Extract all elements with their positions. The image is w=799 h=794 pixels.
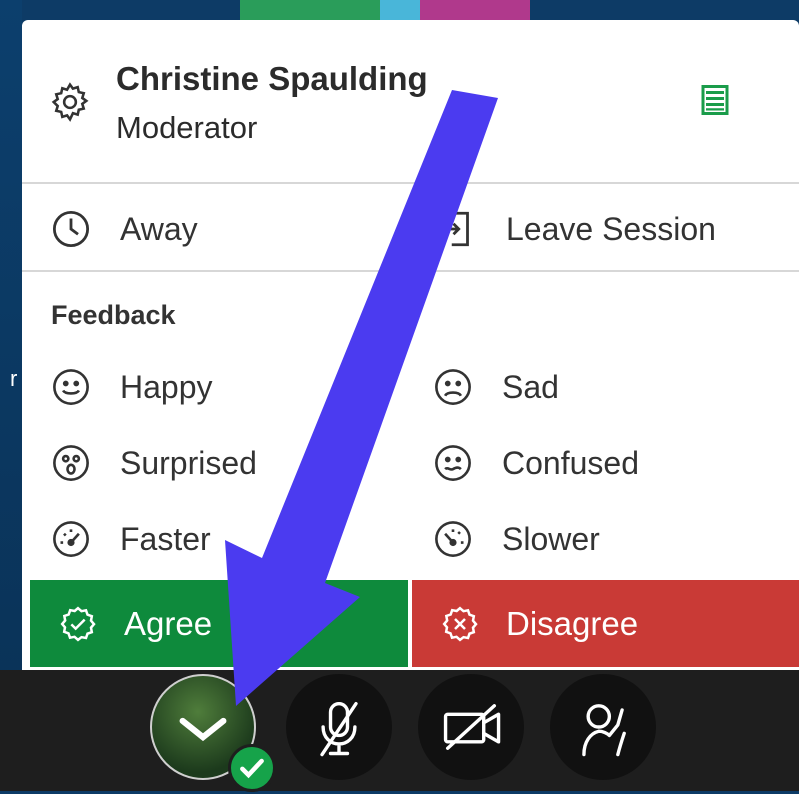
- feedback-label: Happy: [120, 368, 213, 405]
- divider: [22, 270, 799, 272]
- happy-face-icon: [53, 369, 89, 405]
- feedback-happy[interactable]: Happy: [50, 366, 213, 408]
- agree-label: Agree: [124, 604, 213, 642]
- leave-session-button[interactable]: Leave Session: [436, 208, 716, 250]
- checkmark-icon: [240, 758, 264, 779]
- speedometer-slow-icon: [435, 521, 471, 557]
- feedback-heading: Feedback: [51, 300, 176, 330]
- leave-session-label: Leave Session: [506, 210, 716, 247]
- microphone-button[interactable]: [286, 674, 392, 780]
- status-badge: [228, 744, 276, 792]
- gear-icon[interactable]: [48, 80, 92, 124]
- list-icon[interactable]: [697, 82, 733, 118]
- confused-face-icon: [435, 445, 471, 481]
- feedback-label: Surprised: [120, 444, 257, 481]
- disagree-button[interactable]: Disagree: [412, 580, 799, 667]
- feedback-faster[interactable]: Faster: [50, 518, 211, 560]
- exit-door-icon: [443, 211, 469, 247]
- badge-x-icon: [442, 606, 478, 641]
- my-status-panel: Christine Spaulding Moderator Away Leave…: [22, 20, 799, 670]
- away-button[interactable]: Away: [50, 208, 198, 250]
- background-tile: [240, 0, 380, 22]
- session-toolbar: [0, 670, 799, 791]
- user-role: Moderator: [116, 110, 258, 145]
- background-tile: [420, 0, 530, 22]
- feedback-label: Sad: [502, 368, 559, 405]
- feedback-label: Slower: [502, 520, 600, 557]
- speedometer-fast-icon: [53, 521, 89, 557]
- background-text-fragment: r: [10, 366, 18, 391]
- feedback-slower[interactable]: Slower: [432, 518, 600, 560]
- divider: [22, 182, 799, 184]
- sad-face-icon: [435, 369, 471, 405]
- camera-off-icon: [443, 704, 501, 750]
- disagree-label: Disagree: [506, 604, 639, 642]
- user-name: Christine Spaulding: [116, 60, 428, 97]
- raise-hand-button[interactable]: [550, 674, 656, 780]
- clock-icon: [52, 210, 90, 248]
- feedback-surprised[interactable]: Surprised: [50, 442, 257, 484]
- microphone-off-icon: [320, 701, 358, 757]
- panel-header: Christine Spaulding Moderator: [22, 20, 799, 183]
- agree-button[interactable]: Agree: [30, 580, 408, 667]
- camera-button[interactable]: [418, 674, 524, 780]
- surprised-face-icon: [53, 445, 89, 481]
- feedback-confused[interactable]: Confused: [432, 442, 639, 484]
- feedback-label: Confused: [502, 444, 639, 481]
- background-tile: [380, 0, 420, 22]
- feedback-sad[interactable]: Sad: [432, 366, 559, 408]
- feedback-label: Faster: [120, 520, 211, 557]
- raise-hand-icon: [582, 704, 626, 757]
- away-label: Away: [120, 210, 198, 247]
- badge-check-icon: [60, 606, 96, 641]
